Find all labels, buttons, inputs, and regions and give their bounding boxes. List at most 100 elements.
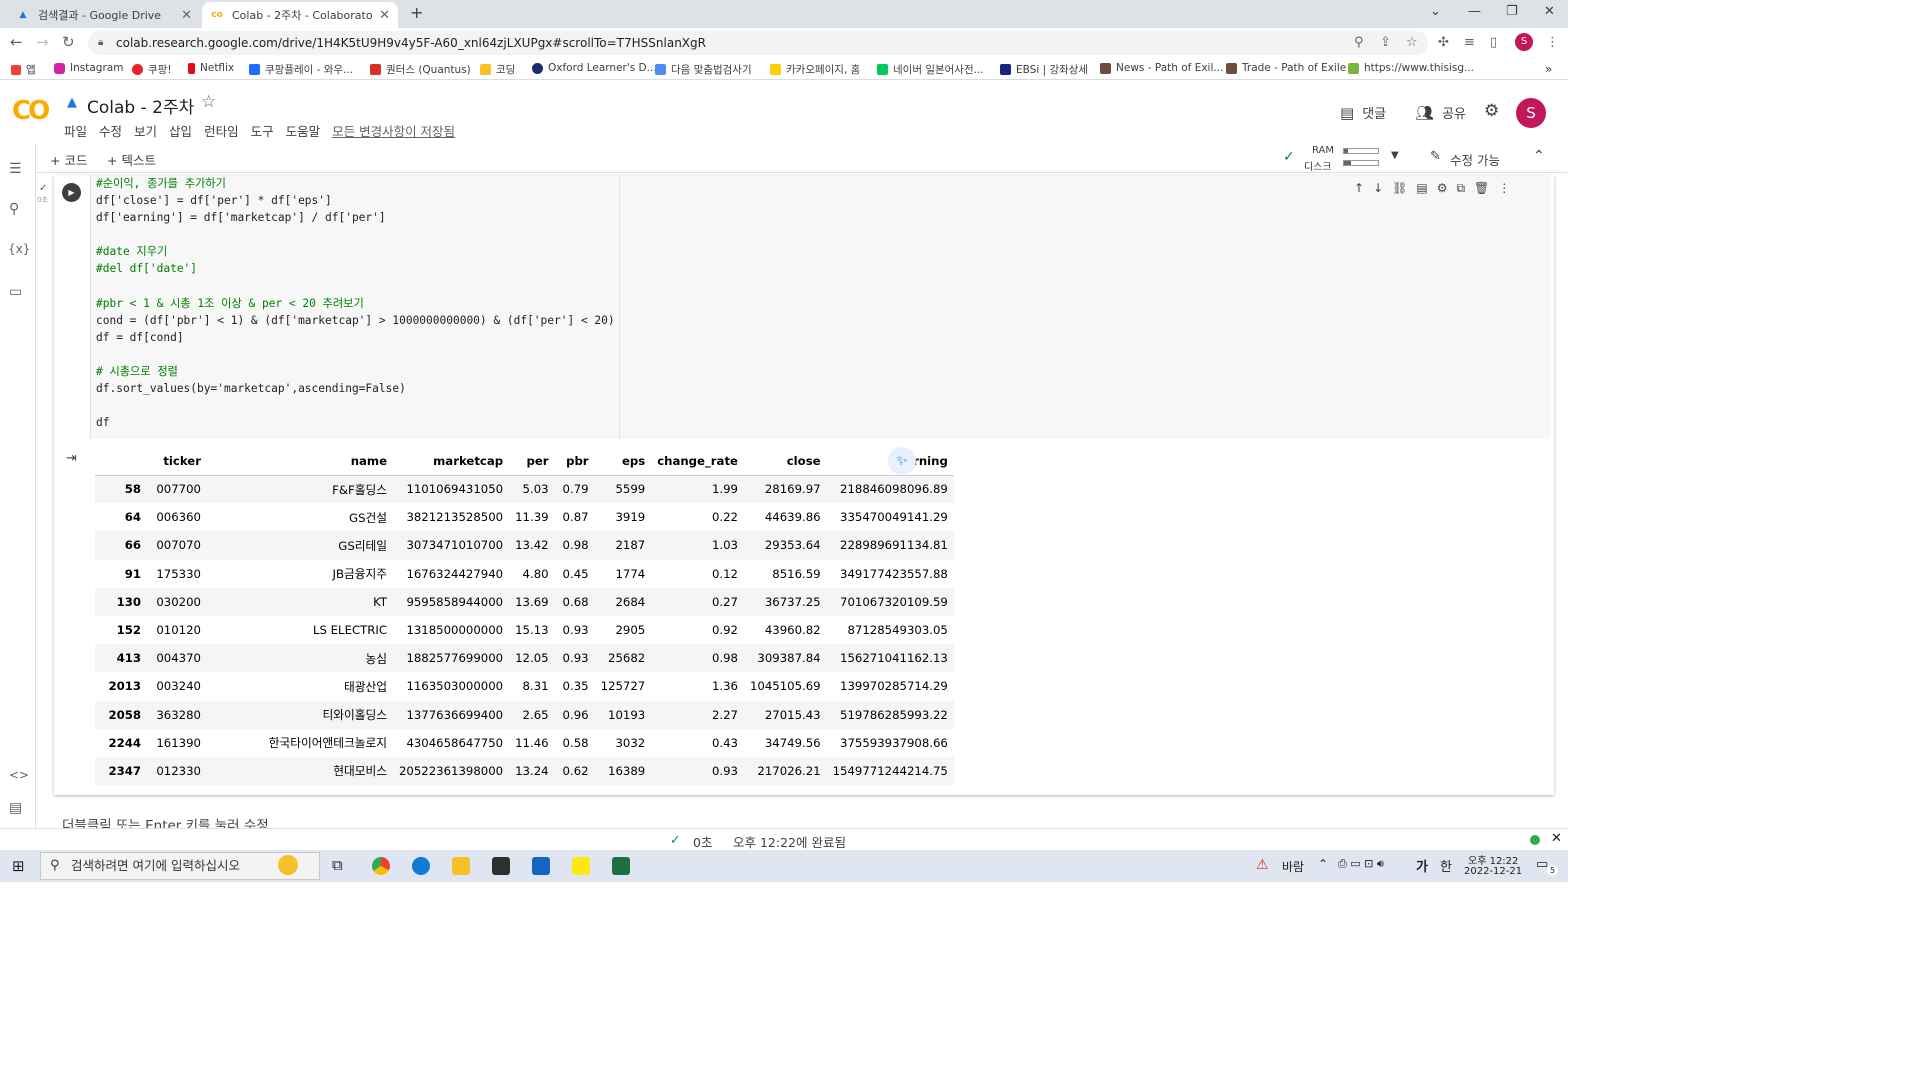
tab-search-icon[interactable]: ⌄	[1430, 4, 1441, 19]
code-line[interactable]: df.sort_values(by='marketcap',ascending=…	[96, 380, 615, 397]
bookmark-oxford[interactable]: Oxford Learner's D...	[532, 62, 657, 74]
command-palette-icon[interactable]: ▤	[9, 800, 22, 816]
kakaotalk-icon[interactable]	[572, 857, 590, 875]
ime-mode-indicator[interactable]: 한	[1440, 856, 1452, 875]
delete-icon[interactable]: 🗑︎	[1474, 181, 1489, 196]
bookmark-thisisgame[interactable]: https://www.thisisg...	[1348, 62, 1474, 74]
table-of-contents-icon[interactable]: ☰	[9, 161, 22, 177]
collapse-header-icon[interactable]: ⌃	[1533, 148, 1545, 164]
edit-mode-button[interactable]: 수정 가능	[1450, 150, 1500, 169]
minimize-icon[interactable]: —	[1468, 4, 1481, 19]
code-cell[interactable]: ✓ 0초 ▶ #순이익, 종가를 추가하기 df['close'] = df['p…	[37, 175, 1554, 795]
bookmark-netflix[interactable]: Netflix	[188, 62, 234, 74]
tray-expand-icon[interactable]: ⌃	[1318, 857, 1328, 871]
bookmark-poe-trade[interactable]: Trade - Path of Exile	[1226, 62, 1346, 74]
add-code-button[interactable]: + 코드	[50, 150, 87, 169]
code-line[interactable]: df['earning'] = df['marketcap'] / df['pe…	[96, 209, 615, 226]
tray-icons[interactable]: ⎙ ▭ ⊡ 🔊︎	[1338, 857, 1384, 871]
code-line[interactable]: df = df[cond]	[96, 329, 615, 346]
close-tab-icon[interactable]: ✕	[181, 8, 192, 23]
close-status-icon[interactable]: ✕	[1551, 831, 1562, 846]
code-editor[interactable]: #순이익, 종가를 추가하기 df['close'] = df['per'] * …	[90, 175, 1550, 439]
star-icon[interactable]: ☆	[201, 92, 216, 112]
menu-insert[interactable]: 삽입	[169, 121, 192, 140]
zoom-icon[interactable]: ⚲	[1354, 35, 1364, 50]
chrome-icon[interactable]	[372, 857, 390, 875]
bookmark-quantus[interactable]: 퀀터스 (Quantus)	[370, 62, 471, 77]
code-line[interactable]	[96, 397, 615, 414]
magic-wand-icon[interactable]: ✨︎	[888, 447, 916, 475]
side-panel-icon[interactable]: ▯	[1490, 35, 1497, 50]
bookmark-coding[interactable]: 코딩	[480, 62, 515, 77]
windows-start-icon[interactable]: ⊞	[12, 857, 25, 875]
share-button[interactable]: 👥︎ 공유	[1415, 103, 1466, 123]
clock-time[interactable]: 오후 12:22	[1468, 852, 1518, 867]
saved-status-link[interactable]: 모든 변경사항이 저장됨	[332, 121, 455, 140]
excel-icon[interactable]	[612, 857, 630, 875]
code-line[interactable]	[96, 226, 615, 243]
window-close-icon[interactable]: ✕	[1544, 4, 1555, 19]
run-cell-button[interactable]: ▶	[62, 183, 81, 202]
comment-icon[interactable]: ▤	[1416, 181, 1427, 196]
tab-google-drive[interactable]: ▲ 검색결과 - Google Drive ✕	[8, 2, 200, 28]
code-line[interactable]: df['close'] = df['per'] * df['eps']	[96, 192, 615, 209]
new-tab-button[interactable]: +	[410, 3, 423, 22]
task-view-icon[interactable]: ⧉	[332, 856, 343, 874]
code-lines[interactable]: #순이익, 종가를 추가하기 df['close'] = df['per'] * …	[96, 175, 615, 431]
bookmark-star-icon[interactable]: ☆	[1406, 35, 1418, 50]
close-tab-icon[interactable]: ✕	[379, 8, 390, 23]
code-line[interactable]: cond = (df['pbr'] < 1) & (df['marketcap'…	[96, 312, 615, 329]
comment-button[interactable]: ▤ 댓글	[1340, 103, 1386, 123]
menu-file[interactable]: 파일	[64, 121, 87, 140]
bookmark-poe-news[interactable]: News - Path of Exil...	[1100, 62, 1223, 74]
code-line[interactable]: # 시총으로 정렬	[96, 363, 615, 380]
code-snippets-icon[interactable]: <>	[9, 768, 29, 782]
code-line[interactable]: #pbr < 1 & 시총 1조 이상 & per < 20 추려보기	[96, 295, 615, 312]
code-line[interactable]: #date 지우기	[96, 243, 615, 260]
bookmark-coupangplay[interactable]: 쿠팡플레이 - 와우...	[249, 62, 353, 77]
bookmark-naver-jp[interactable]: 네이버 일본어사전...	[877, 62, 984, 77]
menu-view[interactable]: 보기	[134, 121, 157, 140]
menu-edit[interactable]: 수정	[99, 121, 122, 140]
app-icon[interactable]	[532, 857, 550, 875]
edge-icon[interactable]	[412, 857, 430, 875]
menu-help[interactable]: 도움말	[286, 121, 321, 140]
ime-indicator[interactable]: 가	[1416, 856, 1428, 875]
tab-colab[interactable]: co Colab - 2주차 - Colaboratory ✕	[202, 2, 398, 28]
search-icon[interactable]: ⚲	[9, 201, 19, 217]
user-avatar[interactable]: S	[1516, 98, 1546, 128]
move-down-icon[interactable]: ↓	[1373, 181, 1383, 196]
settings-gear-icon[interactable]: ⚙	[1484, 101, 1499, 121]
code-line[interactable]: #del df['date']	[96, 260, 615, 277]
share-page-icon[interactable]: ⇪	[1380, 35, 1391, 50]
bookmark-coupang[interactable]: 쿠팡!	[132, 62, 172, 77]
link-icon[interactable]: ⛓	[1392, 181, 1407, 196]
file-explorer-icon[interactable]	[452, 857, 470, 875]
extensions-icon[interactable]: ✣	[1438, 35, 1449, 50]
bookmark-daum-spell[interactable]: 다음 맞춤법검사기	[655, 62, 752, 77]
url-field[interactable]: 🔒︎ colab.research.google.com/drive/1H4K5…	[88, 31, 1428, 55]
reload-icon[interactable]: ↻	[62, 33, 75, 51]
media-icon[interactable]: ≡	[1464, 35, 1475, 50]
code-line[interactable]	[96, 346, 615, 363]
move-up-icon[interactable]: ↑	[1354, 181, 1364, 196]
maximize-icon[interactable]: ❐	[1506, 4, 1518, 19]
output-icon[interactable]: ⇥	[66, 451, 77, 466]
code-line[interactable]: df	[96, 414, 615, 431]
add-text-button[interactable]: + 텍스트	[107, 150, 156, 169]
browser-menu-icon[interactable]: ⋮	[1546, 35, 1559, 50]
more-bookmarks-icon[interactable]: »	[1545, 62, 1552, 76]
code-line[interactable]	[96, 278, 615, 295]
sticky-notes-icon[interactable]	[492, 857, 510, 875]
cell-settings-icon[interactable]: ⚙	[1437, 181, 1448, 196]
notebook-title[interactable]: Colab - 2주차	[87, 93, 194, 118]
code-line[interactable]: #순이익, 종가를 추가하기	[96, 175, 615, 192]
bookmark-kakaopage[interactable]: 카카오페이지, 홈	[770, 62, 860, 77]
colab-logo[interactable]: CO	[12, 96, 50, 126]
bookmark-ebsi[interactable]: EBSi | 강좌상세	[1000, 62, 1088, 77]
back-icon[interactable]: ←	[10, 33, 23, 51]
more-icon[interactable]: ⋮	[1498, 181, 1510, 196]
variables-icon[interactable]: {x}	[8, 242, 30, 256]
menu-tools[interactable]: 도구	[251, 121, 274, 140]
menu-runtime[interactable]: 런타임	[204, 121, 239, 140]
